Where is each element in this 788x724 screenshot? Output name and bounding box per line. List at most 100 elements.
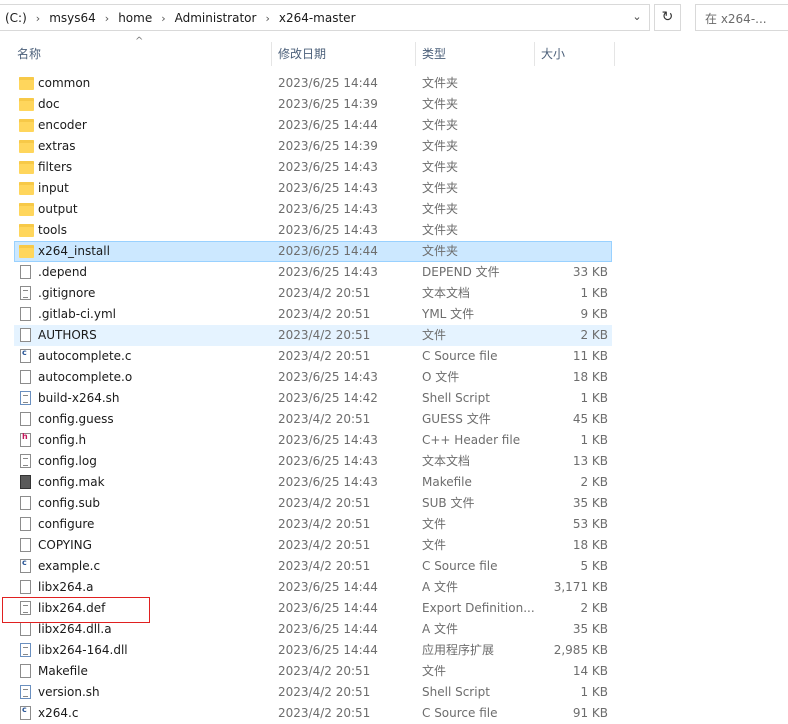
file-date: 2023/4/2 20:51 [278, 307, 371, 321]
file-date: 2023/6/25 14:43 [278, 475, 378, 489]
file-date: 2023/6/25 14:43 [278, 370, 378, 384]
file-date: 2023/4/2 20:51 [278, 538, 371, 552]
file-icon [20, 622, 31, 636]
file-row[interactable]: config.log 2023/6/25 14:43 文本文档 13 KB [0, 451, 620, 472]
file-name: COPYING [38, 538, 92, 552]
file-row[interactable]: .depend 2023/6/25 14:43 DEPEND 文件 33 KB [0, 262, 620, 283]
breadcrumb-drive[interactable]: (C:) [2, 11, 30, 25]
file-row[interactable]: c x264.c 2023/4/2 20:51 C Source file 91 KB [0, 703, 620, 724]
file-icon [20, 580, 31, 594]
chevron-right-icon[interactable]: › [99, 12, 115, 25]
file-size: 14 KB [572, 664, 608, 678]
file-row[interactable]: Makefile 2023/4/2 20:51 文件 14 KB [0, 661, 620, 682]
file-row[interactable]: configure 2023/4/2 20:51 文件 53 KB [0, 514, 620, 535]
folder-icon [19, 245, 34, 258]
file-type: 文本文档 [422, 454, 471, 468]
file-row[interactable]: autocomplete.o 2023/6/25 14:43 O 文件 18 KB [0, 367, 620, 388]
file-type: 文件夹 [422, 160, 459, 174]
file-row[interactable]: libx264.a 2023/6/25 14:44 A 文件 3,171 KB [0, 577, 620, 598]
text-file-icon [20, 454, 31, 468]
breadcrumb-x264-master[interactable]: x264-master [276, 11, 359, 25]
file-row[interactable]: filters 2023/6/25 14:43 文件夹 [0, 157, 620, 178]
file-row[interactable]: build-x264.sh 2023/6/25 14:42 Shell Script… [0, 388, 620, 409]
file-row[interactable]: AUTHORS 2023/4/2 20:51 文件 2 KB [0, 325, 620, 346]
breadcrumb-home[interactable]: home [115, 11, 155, 25]
file-row[interactable]: common 2023/6/25 14:44 文件夹 [0, 73, 620, 94]
search-input[interactable]: 在 x264-... [695, 4, 788, 31]
folder-icon [19, 77, 34, 90]
file-type: A 文件 [422, 622, 459, 636]
file-name: doc [38, 97, 60, 111]
folder-icon [19, 161, 34, 174]
chevron-right-icon[interactable]: › [30, 12, 46, 25]
file-row[interactable]: config.guess 2023/4/2 20:51 GUESS 文件 45 KB [0, 409, 620, 430]
folder-icon [19, 203, 34, 216]
folder-icon [19, 224, 34, 237]
file-date: 2023/6/25 14:43 [278, 160, 378, 174]
file-row[interactable]: h config.h 2023/6/25 14:43 C++ Header file 1… [0, 430, 620, 451]
file-row[interactable]: doc 2023/6/25 14:39 文件夹 [0, 94, 620, 115]
makefile-icon [20, 475, 31, 489]
file-row[interactable]: tools 2023/6/25 14:43 文件夹 [0, 220, 620, 241]
file-row[interactable]: config.sub 2023/4/2 20:51 SUB 文件 35 KB [0, 493, 620, 514]
file-row[interactable]: c autocomplete.c 2023/4/2 20:51 C Source fi… [0, 346, 620, 367]
file-name: build-x264.sh [38, 391, 120, 405]
file-row[interactable]: encoder 2023/6/25 14:44 文件夹 [0, 115, 620, 136]
file-row[interactable]: version.sh 2023/4/2 20:51 Shell Script 1 KB [0, 682, 620, 703]
file-type: 文件夹 [422, 244, 459, 258]
file-row[interactable]: x264_install 2023/6/25 14:44 文件夹 [0, 241, 620, 262]
chevron-down-icon[interactable]: ⌄ [629, 10, 645, 26]
file-type: 文件 [422, 664, 447, 678]
file-size: 53 KB [572, 517, 608, 531]
column-type[interactable]: 类型 [422, 40, 446, 68]
file-size: 9 KB [580, 307, 608, 321]
column-name[interactable]: 名称 [17, 40, 41, 68]
file-type: SUB 文件 [422, 496, 475, 510]
file-name: extras [38, 139, 76, 153]
chevron-right-icon[interactable]: › [155, 12, 171, 25]
text-file-icon [20, 286, 31, 300]
breadcrumb[interactable]: (C:) › msys64 › home › Administrator › x… [0, 4, 650, 31]
chevron-right-icon[interactable]: › [259, 12, 275, 25]
file-row[interactable]: config.mak 2023/6/25 14:43 Makefile 2 KB [0, 472, 620, 493]
column-divider[interactable] [534, 42, 535, 66]
file-type: 文件夹 [422, 181, 459, 195]
file-name: AUTHORS [38, 328, 97, 342]
file-date: 2023/6/25 14:44 [278, 118, 378, 132]
column-divider[interactable] [614, 42, 615, 66]
file-row[interactable]: .gitignore 2023/4/2 20:51 文本文档 1 KB [0, 283, 620, 304]
refresh-button[interactable]: ↻ [654, 4, 681, 31]
breadcrumb-msys64[interactable]: msys64 [46, 11, 99, 25]
file-name: version.sh [38, 685, 100, 699]
c-source-icon: c [20, 558, 31, 573]
file-icon [20, 370, 31, 384]
file-row[interactable]: extras 2023/6/25 14:39 文件夹 [0, 136, 620, 157]
file-row[interactable]: output 2023/6/25 14:43 文件夹 [0, 199, 620, 220]
file-size: 91 KB [572, 706, 608, 720]
file-row[interactable]: c example.c 2023/4/2 20:51 C Source file 5 K… [0, 556, 620, 577]
file-date: 2023/6/25 14:39 [278, 97, 378, 111]
column-divider[interactable] [415, 42, 416, 66]
file-row[interactable]: COPYING 2023/4/2 20:51 文件 18 KB [0, 535, 620, 556]
file-date: 2023/4/2 20:51 [278, 685, 371, 699]
file-icon [20, 328, 31, 342]
file-row[interactable]: input 2023/6/25 14:43 文件夹 [0, 178, 620, 199]
file-date: 2023/4/2 20:51 [278, 664, 371, 678]
file-date: 2023/4/2 20:51 [278, 496, 371, 510]
file-type: 文件夹 [422, 76, 459, 90]
file-icon [20, 664, 31, 678]
file-type: GUESS 文件 [422, 412, 491, 426]
column-size[interactable]: 大小 [541, 40, 565, 68]
file-date: 2023/6/25 14:43 [278, 454, 378, 468]
breadcrumb-administrator[interactable]: Administrator [172, 11, 260, 25]
file-name: encoder [38, 118, 87, 132]
file-size: 45 KB [572, 412, 608, 426]
column-date[interactable]: 修改日期 [278, 40, 326, 68]
file-row[interactable]: .gitlab-ci.yml 2023/4/2 20:51 YML 文件 9 KB [0, 304, 620, 325]
file-date: 2023/4/2 20:51 [278, 706, 371, 720]
file-type: 文件 [422, 538, 447, 552]
file-type: 文件夹 [422, 118, 459, 132]
file-row[interactable]: libx264-164.dll 2023/6/25 14:44 应用程序扩展 2,98… [0, 640, 620, 661]
file-type: DEPEND 文件 [422, 265, 500, 279]
column-divider[interactable] [271, 42, 272, 66]
